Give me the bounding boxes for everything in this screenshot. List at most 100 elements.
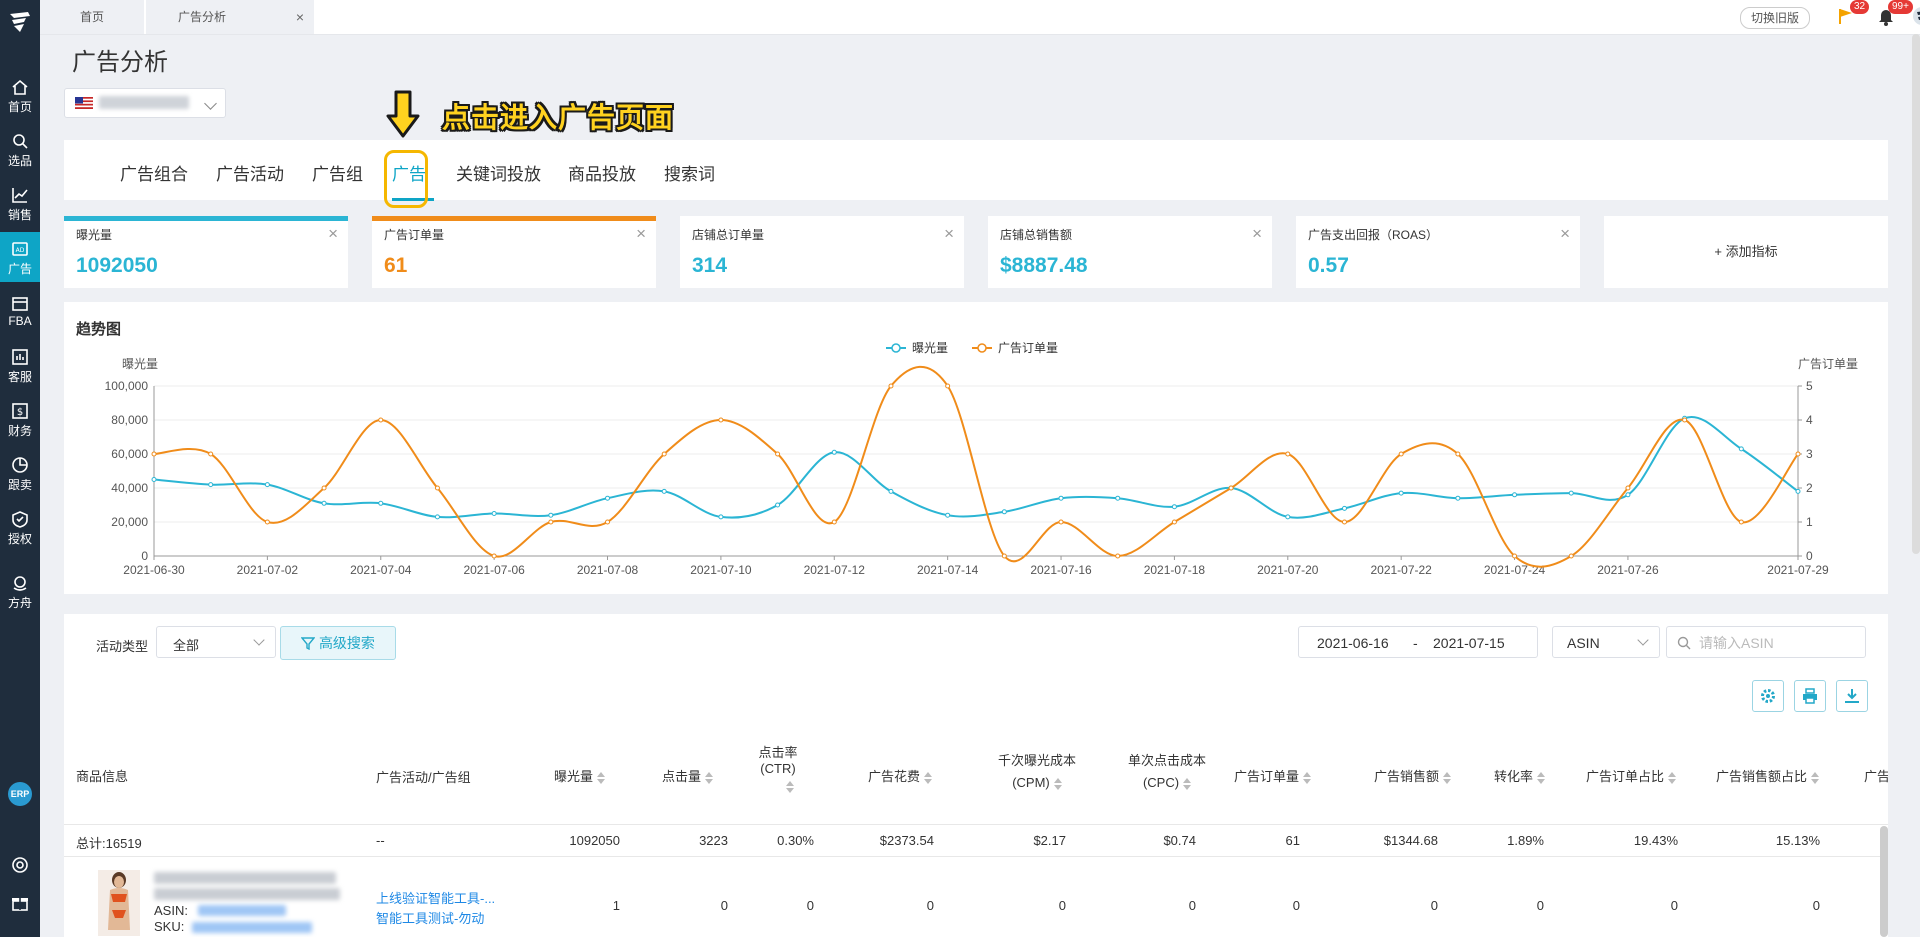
col-clicks[interactable]: 点击量 <box>662 766 714 785</box>
data-point <box>661 488 667 494</box>
store-selector[interactable] <box>64 88 226 118</box>
sub-nav-panel: 广告组合 广告活动 广告组 广告 关键词投放 商品投放 搜索词 <box>64 140 1888 200</box>
sort-icon[interactable] <box>597 771 606 784</box>
metric-card-roas[interactable]: 广告支出回报（ROAS） × 0.57 <box>1296 216 1580 288</box>
col-spend[interactable]: 广告花费 <box>868 766 933 785</box>
metric-card-ad-orders[interactable]: 广告订单量 × 61 <box>372 216 656 288</box>
trend-chart[interactable]: 0 20,000 40,000 60,000 80,000 100,000 0 1 2 3 4 5 20… <box>64 302 1888 594</box>
page-scrollbar[interactable] <box>1912 34 1920 554</box>
date-range-picker[interactable]: 2021-06-16 - 2021-07-15 <box>1298 626 1538 658</box>
sort-icon[interactable] <box>705 771 714 784</box>
sort-icon[interactable] <box>924 771 933 784</box>
col-order-share[interactable]: 广告订单占比 <box>1586 766 1677 785</box>
close-icon[interactable]: × <box>328 224 338 244</box>
add-metric-button[interactable]: + 添加指标 <box>1604 216 1888 288</box>
tab-product-targeting[interactable]: 商品投放 <box>568 160 636 185</box>
x-tick-label: 2021-07-20 <box>1257 563 1319 577</box>
sort-icon[interactable] <box>786 780 794 793</box>
chevron-down-icon <box>1637 634 1649 646</box>
header-divider <box>64 824 1888 825</box>
campaign-link[interactable]: 上线验证智能工具-... <box>376 888 495 907</box>
advanced-search-button[interactable]: 高级搜索 <box>280 626 396 660</box>
sidebar-item-5[interactable]: 客服 <box>0 340 40 390</box>
col-sales-share[interactable]: 广告销售额占比 <box>1716 766 1820 785</box>
col-cvr[interactable]: 转化率 <box>1494 766 1546 785</box>
erp-badge[interactable]: ERP <box>8 782 32 806</box>
app-logo-icon[interactable] <box>6 8 34 36</box>
print-button[interactable] <box>1794 680 1826 712</box>
row-cpm: 0 <box>1058 898 1066 913</box>
sidebar-item-7[interactable]: 跟卖 <box>0 448 40 498</box>
data-point <box>548 512 554 518</box>
date-separator: - <box>1413 635 1418 651</box>
gear-icon <box>1761 689 1775 703</box>
sort-icon[interactable] <box>1303 771 1312 784</box>
sort-icon[interactable] <box>1053 777 1062 790</box>
sort-icon[interactable] <box>1537 771 1546 784</box>
metric-value: $8887.48 <box>1000 254 1088 277</box>
user-avatar-icon[interactable] <box>1912 6 1920 26</box>
asin-search-field[interactable] <box>1666 626 1866 658</box>
metric-card-store-orders[interactable]: 店铺总订单量 × 314 <box>680 216 964 288</box>
col-ctr[interactable]: 点击率 (CTR) <box>758 742 798 793</box>
table-scrollbar[interactable] <box>1880 826 1888 937</box>
gift-icon[interactable] <box>11 894 29 912</box>
col-ad-sales[interactable]: 广告销售额 <box>1374 766 1452 785</box>
support-icon[interactable] <box>11 856 29 874</box>
close-icon[interactable]: × <box>944 224 954 244</box>
data-point <box>1455 495 1461 501</box>
tab-close-icon[interactable]: × <box>296 0 304 34</box>
home-icon <box>12 79 28 95</box>
activity-type-label: 活动类型 <box>96 639 149 654</box>
left-tick-label: 20,000 <box>111 515 148 529</box>
activity-type-select[interactable]: 全部 <box>156 626 276 658</box>
sidebar-item-3[interactable]: AD 广告 <box>0 232 40 282</box>
close-icon[interactable]: × <box>1252 224 1262 244</box>
tab-portfolios[interactable]: 广告组合 <box>120 160 188 185</box>
id-type-select[interactable]: ASIN <box>1552 626 1660 658</box>
sidebar-item-8[interactable]: 授权 <box>0 502 40 552</box>
sidebar-item-6[interactable]: $ 财务 <box>0 394 40 444</box>
sidebar-item-label: 客服 <box>7 370 32 384</box>
right-tick-label: 5 <box>1806 379 1813 393</box>
asin-search-input[interactable] <box>1697 631 1861 655</box>
switch-old-version-button[interactable]: 切换旧版 <box>1740 7 1810 29</box>
row-divider <box>64 856 1888 857</box>
close-icon[interactable]: × <box>1560 224 1570 244</box>
sidebar-item-1[interactable]: 选品 <box>0 124 40 174</box>
sort-icon[interactable] <box>1443 771 1452 784</box>
tab-campaigns[interactable]: 广告活动 <box>216 160 284 185</box>
tab-home[interactable]: 首页 <box>40 0 144 34</box>
asin-value-blurred[interactable] <box>198 905 286 916</box>
sku-value-blurred[interactable] <box>192 922 312 933</box>
tab-keyword-targeting[interactable]: 关键词投放 <box>456 160 541 185</box>
col-product-info: 商品信息 <box>76 769 129 784</box>
sidebar-item-9[interactable]: 方舟 <box>0 566 40 616</box>
sidebar-item-4[interactable]: FBA <box>0 286 40 336</box>
sort-icon[interactable] <box>1668 771 1677 784</box>
col-ad-orders[interactable]: 广告订单量 <box>1234 766 1312 785</box>
sidebar-item-2[interactable]: 销售 <box>0 178 40 228</box>
sort-icon[interactable] <box>1811 771 1820 784</box>
tab-ad-groups[interactable]: 广告组 <box>312 160 363 185</box>
metric-card-store-sales[interactable]: 店铺总销售额 × $8887.48 <box>988 216 1272 288</box>
metric-card-impressions[interactable]: 曝光量 × 1092050 <box>64 216 348 288</box>
sort-icon[interactable] <box>1183 777 1192 790</box>
metric-value: 61 <box>384 254 408 277</box>
us-flag-icon <box>75 97 93 109</box>
settings-button[interactable] <box>1752 680 1784 712</box>
tab-search-terms[interactable]: 搜索词 <box>664 160 715 185</box>
download-button[interactable] <box>1836 680 1868 712</box>
chevron-down-icon <box>253 634 265 646</box>
x-tick-label: 2021-07-14 <box>917 563 979 577</box>
close-icon[interactable]: × <box>636 224 646 244</box>
col-impressions[interactable]: 曝光量 <box>554 766 606 785</box>
metric-label: 店铺总订单量 <box>692 228 765 242</box>
sidebar-item-0[interactable]: 首页 <box>0 70 40 120</box>
col-cpc[interactable]: 单次点击成本 (CPC) <box>1122 750 1212 790</box>
ad-group-link[interactable]: 智能工具测试-勿动 <box>376 908 484 927</box>
metric-label: 广告支出回报（ROAS） <box>1308 228 1439 242</box>
tab-ad-analysis[interactable]: 广告分析 × <box>146 0 314 34</box>
col-cpm[interactable]: 千次曝光成本 (CPM) <box>992 750 1082 790</box>
product-thumbnail[interactable] <box>98 870 140 936</box>
